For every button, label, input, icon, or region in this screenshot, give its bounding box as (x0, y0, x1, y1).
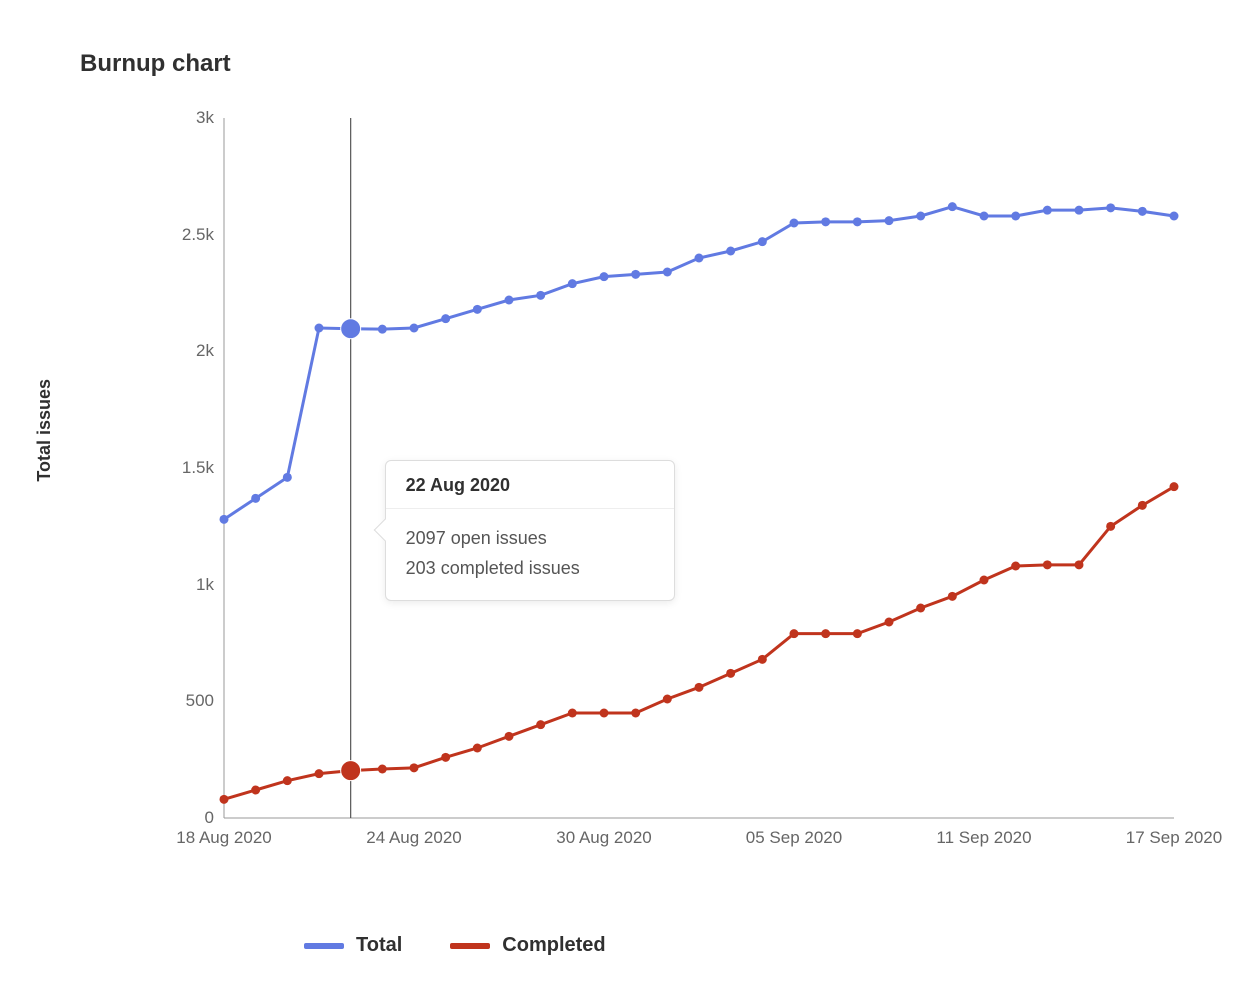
data-point[interactable] (600, 709, 609, 718)
data-point[interactable] (536, 291, 545, 300)
y-tick-label: 500 (186, 691, 214, 711)
data-point[interactable] (473, 744, 482, 753)
data-point[interactable] (378, 765, 387, 774)
data-point[interactable] (695, 683, 704, 692)
burnup-chart-container: Burnup chart Total issues 05001k1.5k2k2.… (0, 0, 1246, 1004)
data-point[interactable] (441, 753, 450, 762)
hover-dot-completed (341, 761, 361, 781)
legend-item-completed[interactable]: Completed (450, 934, 605, 957)
data-point[interactable] (790, 629, 799, 638)
data-point[interactable] (821, 217, 830, 226)
x-tick-label: 24 Aug 2020 (366, 828, 461, 848)
data-point[interactable] (1170, 482, 1179, 491)
y-axis-label: Total issues (34, 378, 55, 481)
chart-title: Burnup chart (80, 50, 1166, 78)
data-point[interactable] (1138, 501, 1147, 510)
data-point[interactable] (1043, 206, 1052, 215)
data-point[interactable] (853, 629, 862, 638)
x-tick-label: 11 Sep 2020 (936, 828, 1031, 848)
tooltip-body: 2097 open issues 203 completed issues (386, 509, 674, 600)
data-point[interactable] (758, 655, 767, 664)
data-point[interactable] (251, 786, 260, 795)
data-point[interactable] (821, 629, 830, 638)
chart-wrap: Total issues 05001k1.5k2k2.5k3k 18 Aug 2… (104, 108, 1166, 957)
data-point[interactable] (916, 604, 925, 613)
series-line-completed (224, 487, 1174, 800)
tooltip-open-issues: 2097 open issues (406, 523, 654, 554)
chart-svg (224, 108, 1184, 878)
data-point[interactable] (885, 618, 894, 627)
x-tick-label: 30 Aug 2020 (556, 828, 651, 848)
data-point[interactable] (980, 212, 989, 221)
data-point[interactable] (1170, 212, 1179, 221)
data-point[interactable] (663, 695, 672, 704)
data-point[interactable] (1106, 522, 1115, 531)
data-point[interactable] (441, 314, 450, 323)
data-point[interactable] (220, 795, 229, 804)
data-point[interactable] (948, 202, 957, 211)
data-point[interactable] (251, 494, 260, 503)
data-point[interactable] (1075, 206, 1084, 215)
legend-label-total: Total (356, 934, 402, 957)
y-tick-label: 2k (196, 341, 214, 361)
x-tick-label: 18 Aug 2020 (176, 828, 271, 848)
data-point[interactable] (663, 268, 672, 277)
data-point[interactable] (473, 305, 482, 314)
data-point[interactable] (1075, 560, 1084, 569)
y-tick-label: 2.5k (182, 225, 214, 245)
data-point[interactable] (410, 763, 419, 772)
y-tick-label: 3k (196, 108, 214, 128)
data-point[interactable] (536, 720, 545, 729)
data-point[interactable] (505, 296, 514, 305)
data-point[interactable] (853, 217, 862, 226)
data-point[interactable] (631, 270, 640, 279)
data-point[interactable] (1106, 203, 1115, 212)
data-point[interactable] (726, 669, 735, 678)
data-point[interactable] (378, 325, 387, 334)
data-point[interactable] (695, 254, 704, 263)
x-tick-label: 17 Sep 2020 (1126, 828, 1222, 848)
y-tick-label: 0 (205, 808, 214, 828)
tooltip-date: 22 Aug 2020 (386, 461, 674, 509)
data-point[interactable] (631, 709, 640, 718)
data-point[interactable] (505, 732, 514, 741)
data-point[interactable] (1011, 212, 1020, 221)
data-point[interactable] (726, 247, 735, 256)
hover-dot-total (341, 319, 361, 339)
y-tick-label: 1.5k (182, 458, 214, 478)
y-tick-label: 1k (196, 575, 214, 595)
data-point[interactable] (948, 592, 957, 601)
data-point[interactable] (790, 219, 799, 228)
data-point[interactable] (1011, 562, 1020, 571)
data-point[interactable] (220, 515, 229, 524)
legend-label-completed: Completed (502, 934, 605, 957)
legend-swatch-completed (450, 943, 490, 949)
data-point[interactable] (600, 272, 609, 281)
data-point[interactable] (315, 769, 324, 778)
data-point[interactable] (568, 709, 577, 718)
data-point[interactable] (980, 576, 989, 585)
data-point[interactable] (568, 279, 577, 288)
data-point[interactable] (758, 237, 767, 246)
legend-item-total[interactable]: Total (304, 934, 402, 957)
data-point[interactable] (1043, 560, 1052, 569)
data-point[interactable] (885, 216, 894, 225)
data-point[interactable] (283, 776, 292, 785)
chart-tooltip: 22 Aug 2020 2097 open issues 203 complet… (385, 460, 675, 601)
data-point[interactable] (410, 324, 419, 333)
data-point[interactable] (916, 212, 925, 221)
data-point[interactable] (283, 473, 292, 482)
tooltip-completed-issues: 203 completed issues (406, 553, 654, 584)
data-point[interactable] (315, 324, 324, 333)
chart-plot-area[interactable]: 05001k1.5k2k2.5k3k 18 Aug 202024 Aug 202… (224, 108, 1184, 878)
data-point[interactable] (1138, 207, 1147, 216)
chart-legend: Total Completed (304, 934, 1166, 957)
x-tick-label: 05 Sep 2020 (746, 828, 842, 848)
legend-swatch-total (304, 943, 344, 949)
